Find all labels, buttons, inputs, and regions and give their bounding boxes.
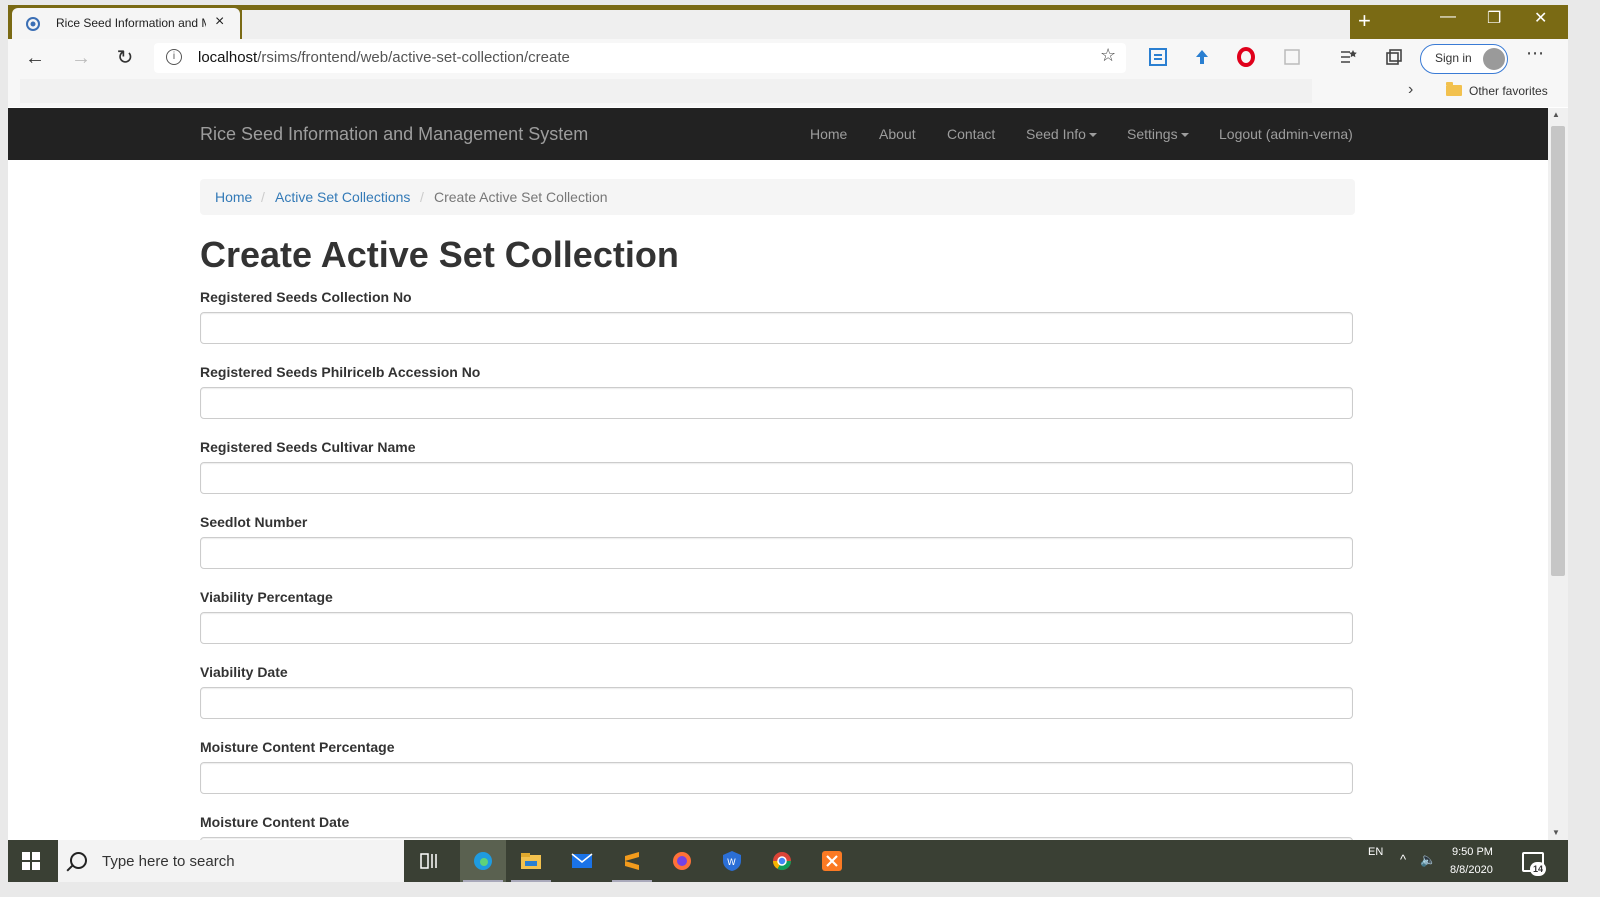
label-moisture-date: Moisture Content Date	[200, 814, 350, 830]
site-brand[interactable]: Rice Seed Information and Management Sys…	[200, 124, 588, 145]
xampp-icon[interactable]	[820, 850, 844, 872]
tab-title: Rice Seed Information and Ma	[56, 16, 206, 30]
windows-start-icon[interactable]	[22, 852, 40, 870]
running-indicator	[511, 880, 551, 882]
moisture-percentage-input[interactable]	[200, 762, 1353, 794]
favorites-bar-area	[20, 79, 1312, 103]
label-seedlot-number: Seedlot Number	[200, 514, 308, 530]
label-cultivar-name: Registered Seeds Cultivar Name	[200, 439, 416, 455]
viability-date-input[interactable]	[200, 687, 1353, 719]
collection-no-input[interactable]	[200, 312, 1353, 344]
tab-close-icon[interactable]: ×	[215, 13, 224, 31]
sublime-text-icon[interactable]	[620, 850, 644, 872]
breadcrumb-collections[interactable]: Active Set Collections	[275, 189, 410, 205]
nav-contact[interactable]: Contact	[947, 126, 995, 142]
more-options-icon[interactable]: ⋯	[1526, 43, 1545, 64]
page-title: Create Active Set Collection	[200, 234, 679, 275]
extension-s-icon[interactable]	[1148, 47, 1168, 67]
forward-icon[interactable]: →	[68, 45, 94, 71]
browser-titlebar: Rice Seed Information and Ma × + — ❐ ✕	[8, 5, 1568, 39]
extension-box-icon[interactable]	[1282, 47, 1302, 67]
file-explorer-icon[interactable]	[519, 850, 543, 872]
other-favorites-link[interactable]: Other favorites	[1469, 84, 1548, 98]
new-tab-button[interactable]: +	[1358, 8, 1371, 34]
favorite-star-icon[interactable]: ☆	[1100, 45, 1116, 66]
favorites-bar: › Other favorites	[8, 77, 1568, 107]
avatar	[1483, 48, 1505, 70]
caret-down-icon	[1180, 133, 1189, 138]
edge-browser-icon[interactable]	[471, 850, 495, 872]
nav-settings[interactable]: Settings	[1127, 126, 1189, 142]
clock-date[interactable]: 8/8/2020	[1450, 864, 1493, 876]
site-favicon-icon	[26, 17, 40, 31]
back-icon[interactable]: ←	[22, 45, 48, 71]
mail-icon[interactable]	[570, 850, 594, 872]
minimize-button[interactable]: —	[1440, 8, 1456, 26]
viability-percentage-input[interactable]	[200, 612, 1353, 644]
breadcrumb-current: Create Active Set Collection	[434, 189, 608, 205]
restore-button[interactable]: ❐	[1487, 8, 1501, 28]
label-viability-percentage: Viability Percentage	[200, 589, 333, 605]
chrome-icon[interactable]	[770, 850, 794, 872]
chevron-up-icon[interactable]: ^	[1400, 852, 1406, 867]
scroll-up-icon[interactable]: ▲	[1552, 110, 1560, 119]
address-bar[interactable]: i localhost/rsims/frontend/web/active-se…	[154, 43, 1126, 73]
breadcrumb-home[interactable]: Home	[215, 189, 252, 205]
seedlot-number-input[interactable]	[200, 537, 1353, 569]
accession-no-input[interactable]	[200, 387, 1353, 419]
info-icon[interactable]: i	[166, 49, 182, 65]
nav-logout[interactable]: Logout (admin-verna)	[1219, 126, 1353, 142]
word-shield-icon[interactable]: W	[720, 850, 744, 872]
tab-strip-empty	[242, 10, 1350, 39]
volume-icon[interactable]: 🔈	[1420, 852, 1436, 868]
browser-toolbar: ← → ↻ i localhost/rsims/frontend/web/act…	[8, 39, 1568, 77]
label-collection-no: Registered Seeds Collection No	[200, 289, 412, 305]
url-text: localhost/rsims/frontend/web/active-set-…	[198, 49, 570, 66]
task-view-icon[interactable]	[418, 850, 442, 872]
notification-badge: 14	[1530, 862, 1546, 876]
breadcrumb-separator: /	[261, 189, 265, 205]
collections-icon[interactable]	[1384, 47, 1404, 67]
screen: Rice Seed Information and Ma × + — ❐ ✕ ←…	[8, 5, 1568, 882]
page-scrollbar[interactable]: ▲ ▼	[1548, 108, 1568, 841]
window-close-button[interactable]: ✕	[1534, 8, 1547, 28]
breadcrumb: Home / Active Set Collections / Create A…	[200, 179, 1355, 215]
active-indicator	[463, 880, 503, 882]
nav-home[interactable]: Home	[810, 126, 847, 142]
extension-arrow-icon[interactable]	[1192, 47, 1212, 67]
folder-icon	[1446, 82, 1462, 96]
nav-seed-info[interactable]: Seed Info	[1026, 126, 1097, 142]
firefox-icon[interactable]	[670, 850, 694, 872]
clock-time[interactable]: 9:50 PM	[1452, 846, 1493, 858]
cultivar-name-input[interactable]	[200, 462, 1353, 494]
caret-down-icon	[1088, 133, 1097, 138]
search-placeholder: Type here to search	[102, 853, 235, 870]
running-indicator	[612, 880, 652, 882]
scroll-down-icon[interactable]: ▼	[1552, 828, 1560, 837]
browser-tab[interactable]: Rice Seed Information and Ma ×	[12, 8, 240, 39]
refresh-icon[interactable]: ↻	[112, 45, 138, 71]
scroll-thumb[interactable]	[1551, 126, 1565, 576]
language-indicator[interactable]: EN	[1368, 846, 1383, 858]
sign-in-button[interactable]: Sign in	[1420, 44, 1508, 74]
chevron-right-icon[interactable]: ›	[1408, 81, 1413, 99]
site-navbar: Rice Seed Information and Management Sys…	[8, 108, 1548, 160]
search-icon	[70, 852, 87, 869]
taskbar-search[interactable]: Type here to search	[58, 840, 404, 882]
label-accession-no: Registered Seeds Philricelb Accession No	[200, 364, 481, 380]
windows-taskbar: Type here to search W EN ^ 🔈 9:50 PM 8/8…	[8, 840, 1568, 882]
svg-text:W: W	[727, 858, 736, 868]
label-viability-date: Viability Date	[200, 664, 288, 680]
favorites-list-icon[interactable]	[1338, 47, 1358, 67]
nav-about[interactable]: About	[879, 126, 916, 142]
breadcrumb-separator: /	[420, 189, 424, 205]
opera-icon[interactable]	[1236, 47, 1256, 67]
label-moisture-percentage: Moisture Content Percentage	[200, 739, 395, 755]
